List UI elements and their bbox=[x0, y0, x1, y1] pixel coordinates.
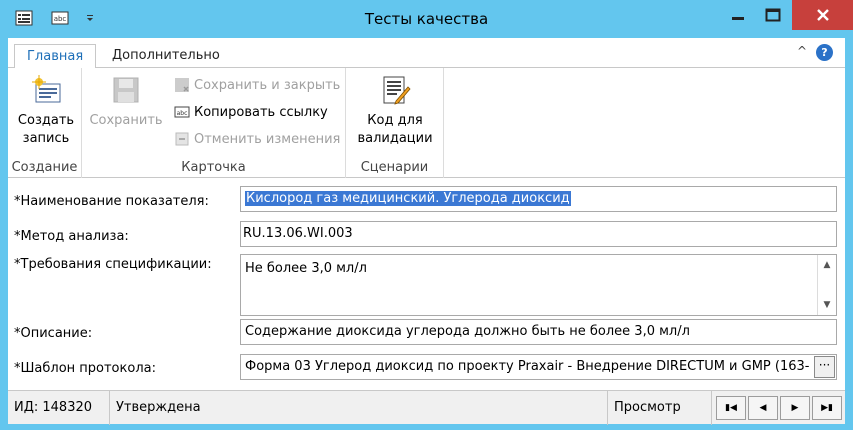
record-form: *Наименование показателя: Кислород газ м… bbox=[8, 179, 845, 389]
status-state: Утверждена bbox=[110, 391, 608, 425]
status-mode: Просмотр bbox=[608, 391, 712, 425]
group-label-scenarios: Сценарии bbox=[360, 160, 429, 175]
next-record-button[interactable]: ▶ bbox=[780, 396, 810, 420]
copy-link-button[interactable]: abc Копировать ссылку bbox=[174, 101, 328, 123]
cancel-changes-button[interactable]: Отменить изменения bbox=[174, 128, 340, 150]
next-icon: ▶ bbox=[791, 403, 799, 413]
maximize-icon bbox=[765, 8, 781, 22]
prev-record-button[interactable]: ◀ bbox=[748, 396, 778, 420]
close-button[interactable] bbox=[792, 0, 853, 30]
scroll-up-icon[interactable]: ▲ bbox=[819, 257, 835, 273]
create-label-2: запись bbox=[22, 131, 70, 146]
svg-text:abc: abc bbox=[177, 110, 188, 117]
group-scenarios: Код для валидации Сценарии bbox=[346, 68, 444, 178]
scroll-down-icon[interactable]: ▼ bbox=[819, 297, 835, 313]
minimize-button[interactable] bbox=[720, 0, 756, 30]
create-label-1: Создать bbox=[17, 113, 75, 128]
group-label-create: Создание bbox=[11, 160, 78, 175]
indicator-label: *Наименование показателя: bbox=[14, 194, 209, 209]
save-icon bbox=[110, 74, 142, 106]
tab-main[interactable]: Главная bbox=[14, 44, 97, 69]
script-edit-icon bbox=[379, 74, 411, 106]
validation-code-button[interactable]: Код для валидации bbox=[354, 74, 436, 148]
template-field[interactable]: Форма 03 Углерод диоксид по проекту Prax… bbox=[240, 354, 837, 380]
first-icon: ▮◀ bbox=[725, 403, 737, 413]
ribbon-tabs: Главная Дополнительно ^ ? bbox=[8, 38, 845, 69]
template-browse-button[interactable]: ··· bbox=[814, 356, 835, 378]
save-close-label: Сохранить и закрыть bbox=[194, 77, 341, 93]
minimize-icon bbox=[732, 17, 744, 20]
requirements-label: *Требования спецификации: bbox=[14, 257, 212, 272]
group-card: Сохранить Сохранить и закрыть abc Копиро… bbox=[82, 68, 346, 178]
create-record-button[interactable]: Создать запись bbox=[14, 74, 78, 148]
description-field[interactable]: Содержание диоксида углерода должно быть… bbox=[240, 319, 837, 345]
status-bar: ИД: 148320 Утверждена Просмотр ▮◀ ◀ ▶ ▶▮ bbox=[8, 390, 845, 425]
status-id: ИД: 148320 bbox=[8, 391, 110, 425]
app-window: abc Тесты качества Главная Дополнительно… bbox=[0, 0, 853, 430]
template-label: *Шаблон протокола: bbox=[14, 361, 156, 376]
undo-icon bbox=[174, 131, 190, 147]
template-value: Форма 03 Углерод диоксид по проекту Prax… bbox=[245, 359, 810, 374]
validation-label-1: Код для bbox=[367, 113, 423, 128]
tab-additional[interactable]: Дополнительно bbox=[100, 44, 232, 69]
first-record-button[interactable]: ▮◀ bbox=[716, 396, 746, 420]
requirements-field[interactable]: Не более 3,0 мл/л ▲ ▼ bbox=[240, 254, 837, 316]
method-label: *Метод анализа: bbox=[14, 229, 129, 244]
save-close-icon bbox=[174, 77, 190, 93]
maximize-button[interactable] bbox=[756, 0, 790, 30]
client-area: Главная Дополнительно ^ ? Создать запись… bbox=[8, 38, 845, 425]
requirements-value: Не более 3,0 мл/л bbox=[245, 261, 367, 276]
link-icon: abc bbox=[174, 104, 190, 120]
save-label: Сохранить bbox=[89, 113, 163, 128]
save-button[interactable]: Сохранить bbox=[88, 74, 164, 130]
ribbon: Создать запись Создание Сохранить Сохран… bbox=[8, 68, 845, 178]
prev-icon: ◀ bbox=[759, 403, 767, 413]
help-icon[interactable]: ? bbox=[816, 44, 833, 61]
last-record-button[interactable]: ▶▮ bbox=[812, 396, 842, 420]
save-close-button[interactable]: Сохранить и закрыть bbox=[174, 74, 340, 96]
new-record-icon bbox=[30, 74, 62, 106]
collapse-ribbon-icon[interactable]: ^ bbox=[797, 44, 807, 58]
title-bar: abc Тесты качества bbox=[0, 0, 853, 38]
indicator-field[interactable]: Кислород газ медицинский. Углерода диокс… bbox=[240, 186, 837, 212]
description-label: *Описание: bbox=[14, 326, 93, 341]
copy-link-label: Копировать ссылку bbox=[194, 104, 328, 120]
last-icon: ▶▮ bbox=[821, 403, 833, 413]
method-field[interactable]: RU.13.06.WI.003 bbox=[240, 221, 837, 247]
validation-label-2: валидации bbox=[357, 131, 433, 146]
cancel-changes-label: Отменить изменения bbox=[194, 131, 341, 147]
group-create: Создать запись Создание bbox=[8, 68, 82, 178]
group-label-card: Карточка bbox=[181, 160, 246, 175]
indicator-value: Кислород газ медицинский. Углерода диокс… bbox=[245, 191, 571, 206]
close-icon bbox=[816, 9, 829, 21]
requirements-scrollbar[interactable]: ▲ ▼ bbox=[817, 255, 836, 315]
